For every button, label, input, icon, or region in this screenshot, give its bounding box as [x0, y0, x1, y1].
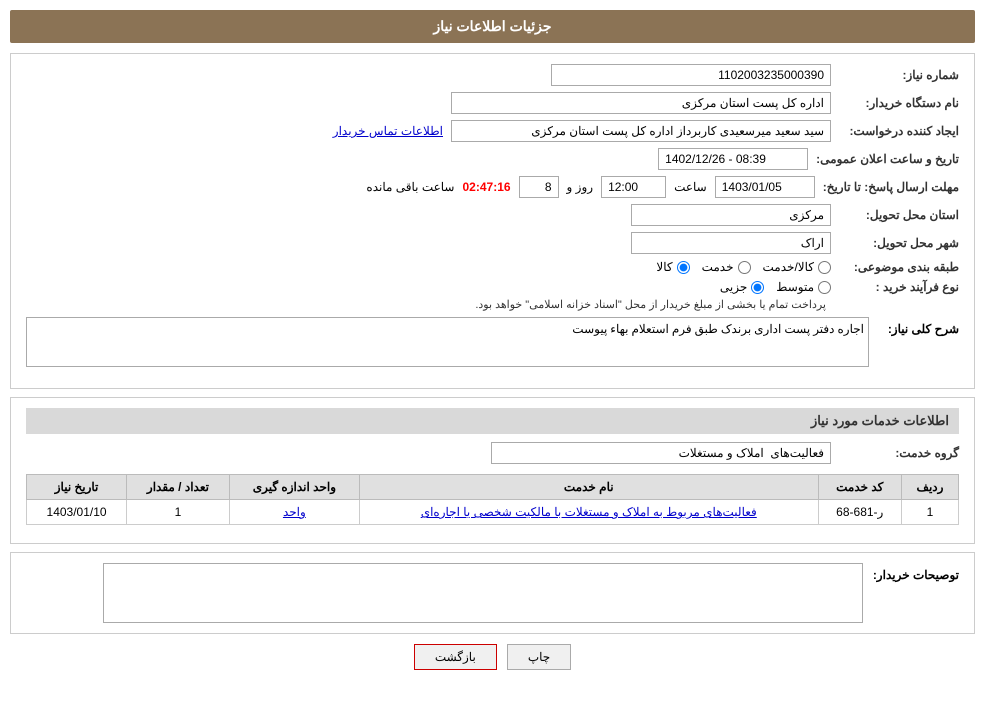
row-service-name[interactable]: فعالیت‌های مربوط به املاک و مستغلات با م…: [359, 500, 818, 525]
category-service-radio[interactable]: [738, 261, 751, 274]
province-input: [631, 204, 831, 226]
purchase-medium-label: متوسط: [776, 280, 814, 294]
page-title: جزئیات اطلاعات نیاز: [10, 10, 975, 43]
table-header-code: کد خدمت: [818, 475, 901, 500]
purchase-medium-option[interactable]: متوسط: [776, 280, 831, 294]
category-service-option[interactable]: خدمت: [702, 260, 751, 274]
response-countdown: 02:47:16: [463, 180, 511, 194]
purchase-note: پرداخت تمام یا بخشی از مبلغ خریدار از مح…: [475, 298, 826, 311]
bottom-buttons: چاپ بازگشت: [10, 644, 975, 670]
category-goods-service-label: کالا/خدمت: [763, 260, 814, 274]
row-code: ر-681-68: [818, 500, 901, 525]
city-input: [631, 232, 831, 254]
purchase-partial-radio[interactable]: [751, 281, 764, 294]
response-deadline-label: مهلت ارسال پاسخ: تا تاریخ:: [823, 180, 959, 194]
response-time-input: [601, 176, 666, 198]
back-button[interactable]: بازگشت: [414, 644, 497, 670]
purchase-radio-group: متوسط جزیی: [475, 280, 831, 294]
need-number-input[interactable]: [551, 64, 831, 86]
response-days-label: روز و: [567, 180, 594, 194]
services-table: ردیف کد خدمت نام خدمت واحد اندازه گیری ت…: [26, 474, 959, 525]
creator-input: [451, 120, 831, 142]
category-goods-service-radio[interactable]: [818, 261, 831, 274]
buyer-desc-textarea[interactable]: [103, 563, 863, 623]
category-goods-service-option[interactable]: کالا/خدمت: [763, 260, 831, 274]
purchase-partial-option[interactable]: جزیی: [720, 280, 764, 294]
table-header-unit: واحد اندازه گیری: [229, 475, 359, 500]
buyer-desc-label: توصیحات خریدار:: [873, 563, 959, 582]
category-goods-option[interactable]: کالا: [656, 260, 689, 274]
table-header-row: ردیف: [901, 475, 958, 500]
table-header-date: تاریخ نیاز: [27, 475, 127, 500]
response-countdown-label: ساعت باقی مانده: [366, 180, 454, 194]
table-header-service-name: نام خدمت: [359, 475, 818, 500]
response-days-input: [519, 176, 559, 198]
response-time-label: ساعت: [674, 180, 707, 194]
row-number: 1: [901, 500, 958, 525]
category-goods-label: کالا: [656, 260, 672, 274]
row-quantity: 1: [127, 500, 230, 525]
category-radio-group: کالا/خدمت خدمت کالا: [656, 260, 831, 274]
buyer-org-label: نام دستگاه خریدار:: [839, 96, 959, 110]
response-date-input: [715, 176, 815, 198]
need-desc-text: اجاره دفتر پست اداری برندک طبق فرم استعل…: [572, 322, 864, 337]
table-header-quantity: تعداد / مقدار: [127, 475, 230, 500]
row-date: 1403/01/10: [27, 500, 127, 525]
province-label: استان محل تحویل:: [839, 208, 959, 222]
creator-label: ایجاد کننده درخواست:: [839, 124, 959, 138]
need-desc-label: شرح کلی نیاز:: [879, 317, 959, 336]
table-row: 1 ر-681-68 فعالیت‌های مربوط به املاک و م…: [27, 500, 959, 525]
category-goods-radio[interactable]: [677, 261, 690, 274]
buyer-org-input[interactable]: [451, 92, 831, 114]
purchase-medium-radio[interactable]: [818, 281, 831, 294]
announce-label: تاریخ و ساعت اعلان عمومی:: [816, 152, 959, 166]
announce-input: [658, 148, 808, 170]
service-group-input: [491, 442, 831, 464]
services-section-title: اطلاعات خدمات مورد نیاز: [26, 408, 959, 434]
need-number-label: شماره نیاز:: [839, 68, 959, 82]
row-unit[interactable]: واحد: [229, 500, 359, 525]
category-service-label: خدمت: [702, 260, 734, 274]
category-label: طبقه بندی موضوعی:: [839, 260, 959, 274]
creator-contact-link[interactable]: اطلاعات تماس خریدار: [333, 124, 443, 138]
print-button[interactable]: چاپ: [507, 644, 571, 670]
city-label: شهر محل تحویل:: [839, 236, 959, 250]
purchase-partial-label: جزیی: [720, 280, 747, 294]
purchase-type-label: نوع فرآیند خرید :: [839, 280, 959, 294]
service-group-label: گروه خدمت:: [839, 446, 959, 460]
